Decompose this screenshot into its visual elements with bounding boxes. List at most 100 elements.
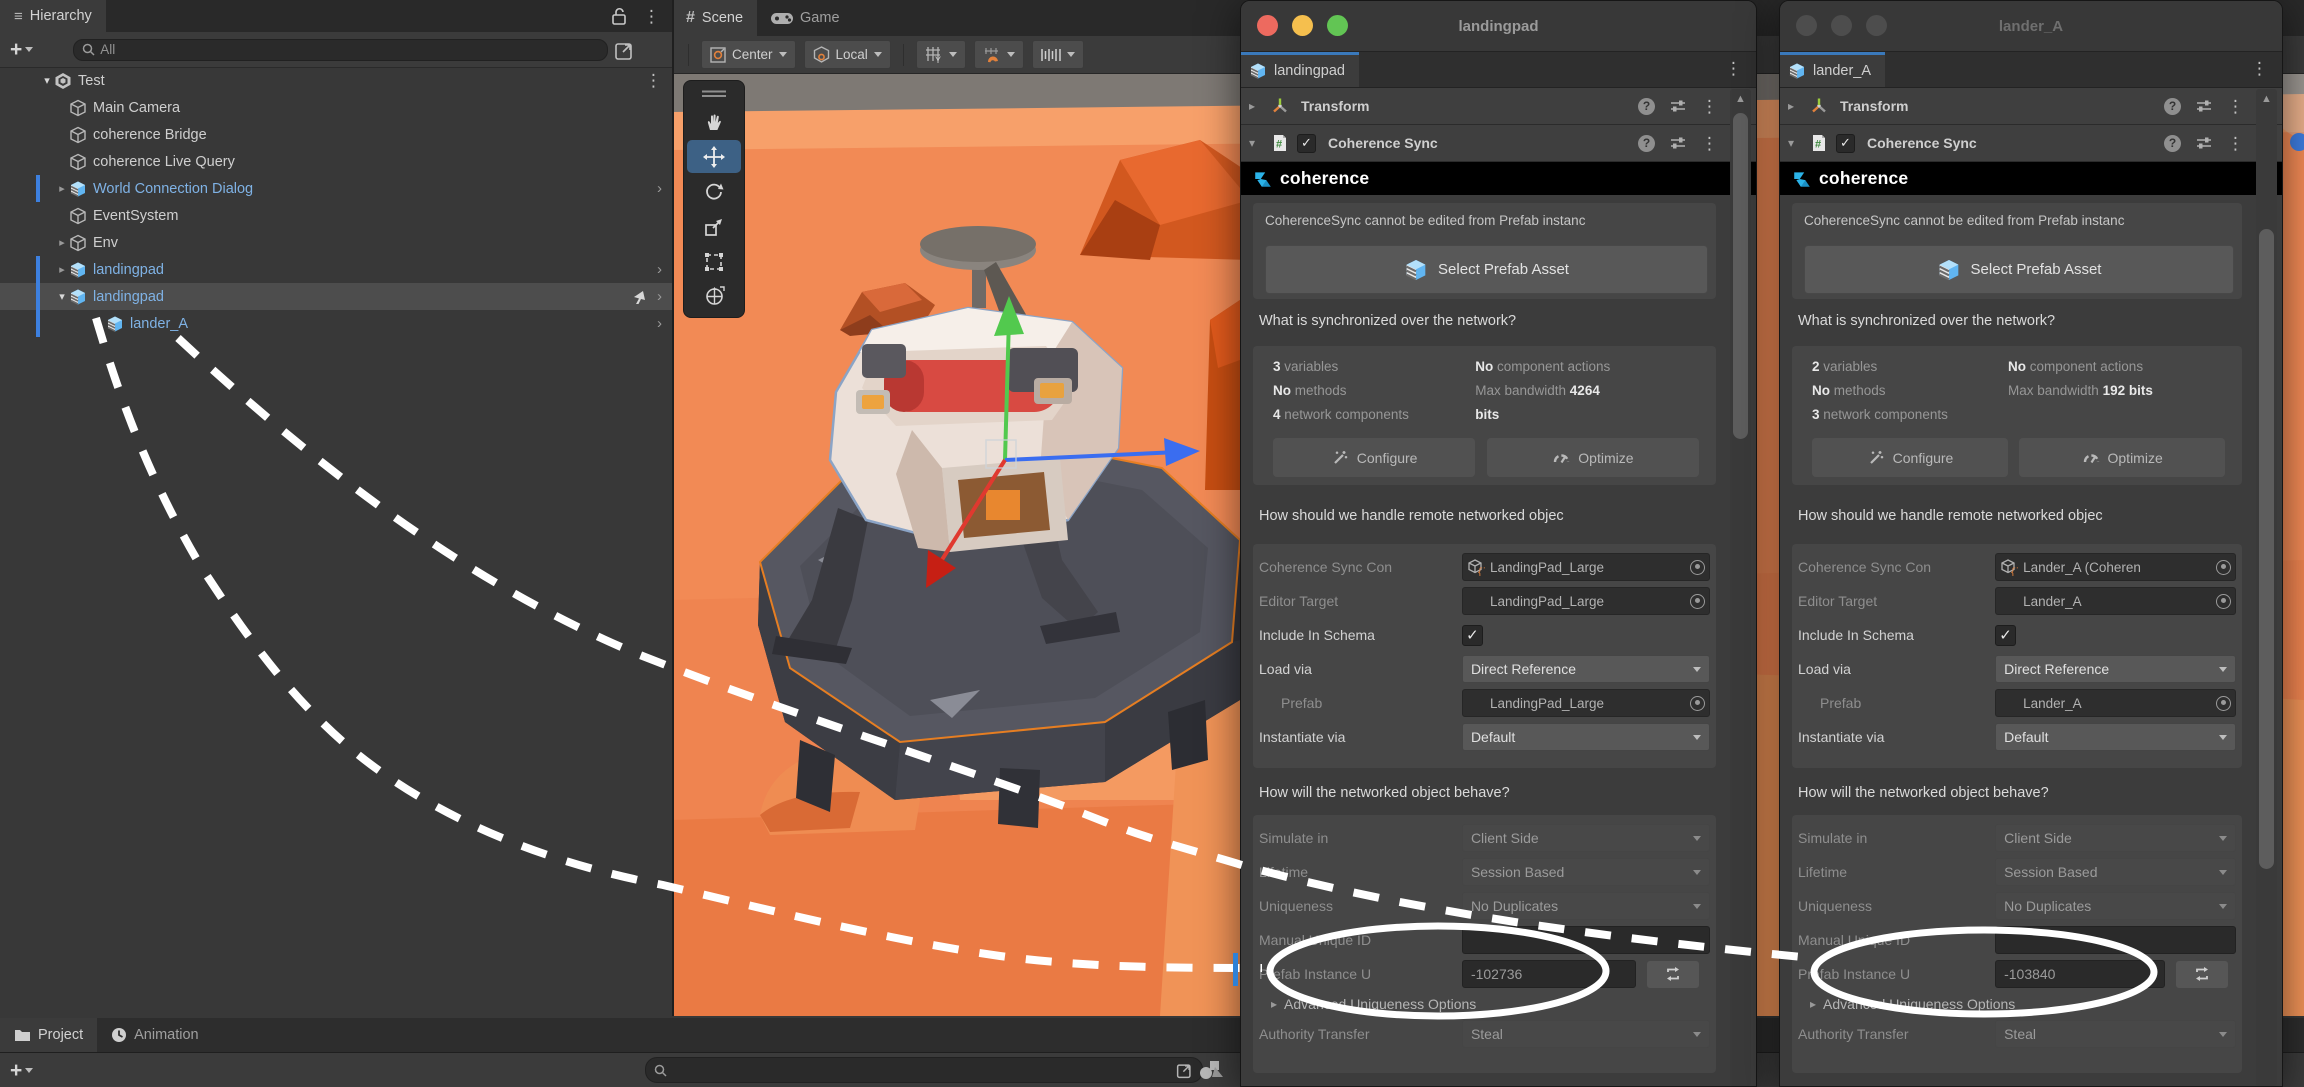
project-search-input[interactable]: [645, 1057, 1203, 1083]
select-prefab-asset-button[interactable]: Select Prefab Asset: [1804, 245, 2234, 294]
open-prefab-arrow-icon[interactable]: ›: [657, 261, 662, 278]
hierarchy-item-test[interactable]: ▾Test⋮: [0, 67, 672, 94]
behavior-dropdown[interactable]: No Duplicates: [1462, 892, 1710, 920]
zoom-button[interactable]: [1327, 15, 1348, 36]
help-icon[interactable]: ?: [2164, 135, 2181, 152]
inspector-menu-icon[interactable]: ⋮: [1725, 60, 1742, 77]
component-menu-icon[interactable]: ⋮: [1701, 135, 1718, 152]
component-header-coherence-sync[interactable]: ▾#✓Coherence Sync?⋮: [1780, 125, 2282, 162]
component-enabled-checkbox[interactable]: ✓: [1297, 134, 1316, 153]
behavior-dropdown[interactable]: No Duplicates: [1995, 892, 2236, 920]
snap-toggle-button[interactable]: [974, 40, 1024, 69]
hierarchy-item-lander-a[interactable]: lander_A›: [0, 310, 672, 337]
optimize-button[interactable]: Optimize: [1487, 438, 1699, 477]
hierarchy-item-landingpad[interactable]: ▸landingpad›: [0, 256, 672, 283]
rotate-tool-button[interactable]: [687, 175, 741, 208]
inspector-tab[interactable]: landingpad: [1241, 52, 1359, 87]
tab-project[interactable]: Project: [0, 1018, 97, 1052]
inspector-tab[interactable]: lander_A: [1780, 52, 1885, 87]
object-field[interactable]: {}LandingPad_Large: [1462, 553, 1710, 581]
scroll-up-arrow-icon[interactable]: ▲: [1730, 93, 1751, 105]
object-field[interactable]: Lander_A: [1995, 587, 2236, 615]
inspector-scrollbar[interactable]: ▲: [1730, 89, 1751, 1086]
configure-button[interactable]: Configure: [1273, 438, 1475, 477]
hierarchy-menu-icon[interactable]: ⋮: [643, 8, 660, 25]
field-dropdown[interactable]: Default: [1462, 723, 1710, 751]
advanced-uniqueness-foldout[interactable]: ▸Advanced Uniqueness Options: [1253, 991, 1716, 1017]
hierarchy-search-input[interactable]: All: [73, 39, 608, 61]
manual-unique-id-input[interactable]: [1995, 926, 2236, 954]
object-field[interactable]: Lander_A: [1995, 689, 2236, 717]
open-new-window-icon[interactable]: [1176, 1061, 1194, 1079]
open-prefab-arrow-icon[interactable]: ›: [657, 288, 662, 305]
minimize-button[interactable]: [1831, 15, 1852, 36]
component-enabled-checkbox[interactable]: ✓: [1836, 134, 1855, 153]
scroll-up-arrow-icon[interactable]: ▲: [2256, 93, 2277, 105]
object-picker-icon[interactable]: [1690, 594, 1705, 609]
field-checkbox[interactable]: ✓: [1462, 625, 1483, 646]
object-picker-icon[interactable]: [1690, 696, 1705, 711]
inspector-menu-icon[interactable]: ⋮: [2251, 60, 2268, 77]
field-dropdown[interactable]: Direct Reference: [1462, 655, 1710, 683]
hierarchy-item-eventsystem[interactable]: EventSystem: [0, 202, 672, 229]
object-field[interactable]: LandingPad_Large: [1462, 689, 1710, 717]
component-header-transform[interactable]: ▸Transform?⋮: [1241, 88, 1756, 125]
transform-tool-button[interactable]: [687, 280, 741, 313]
help-icon[interactable]: ?: [1638, 98, 1655, 115]
behavior-dropdown[interactable]: Client Side: [1462, 824, 1710, 852]
object-picker-icon[interactable]: [2216, 560, 2231, 575]
project-add-button[interactable]: +: [10, 1060, 33, 1081]
object-picker-icon[interactable]: [2216, 594, 2231, 609]
open-new-window-icon[interactable]: [614, 39, 636, 61]
foldout-arrow-icon[interactable]: ▸: [55, 236, 69, 249]
component-menu-icon[interactable]: ⋮: [2227, 135, 2244, 152]
behavior-dropdown[interactable]: Steal: [1462, 1020, 1710, 1048]
component-header-transform[interactable]: ▸Transform?⋮: [1780, 88, 2282, 125]
grid-snapping-button[interactable]: Y: [916, 40, 966, 69]
pivot-mode-dropdown[interactable]: Center: [701, 40, 796, 69]
hierarchy-item-main-camera[interactable]: Main Camera: [0, 94, 672, 121]
behavior-dropdown[interactable]: Session Based: [1995, 858, 2236, 886]
object-field[interactable]: LandingPad_Large: [1462, 587, 1710, 615]
scale-tool-button[interactable]: [687, 210, 741, 243]
close-button[interactable]: [1257, 15, 1278, 36]
close-button[interactable]: [1796, 15, 1817, 36]
asset-visibility-icon[interactable]: [1198, 1059, 1224, 1081]
manual-unique-id-input[interactable]: [1462, 926, 1710, 954]
tab-scene[interactable]: # Scene: [672, 0, 757, 36]
window-titlebar[interactable]: landingpad: [1241, 1, 1756, 52]
select-prefab-asset-button[interactable]: Select Prefab Asset: [1265, 245, 1708, 294]
foldout-arrow-icon[interactable]: ▸: [55, 182, 69, 195]
component-menu-icon[interactable]: ⋮: [2227, 98, 2244, 115]
inspector-scrollbar[interactable]: ▲: [2256, 89, 2277, 1086]
foldout-arrow-icon[interactable]: ▸: [55, 263, 69, 276]
foldout-arrow-icon[interactable]: ▸: [1249, 99, 1263, 113]
scrollbar-thumb[interactable]: [2259, 229, 2274, 869]
zoom-button[interactable]: [1866, 15, 1887, 36]
tab-game[interactable]: Game: [757, 0, 854, 36]
window-titlebar[interactable]: lander_A: [1780, 1, 2282, 52]
behavior-dropdown[interactable]: Steal: [1995, 1020, 2236, 1048]
minimize-button[interactable]: [1292, 15, 1313, 36]
tab-animation[interactable]: Animation: [97, 1018, 212, 1052]
open-prefab-arrow-icon[interactable]: ›: [657, 315, 662, 332]
scrollbar-thumb[interactable]: [1733, 113, 1748, 439]
prefab-instance-id-input[interactable]: -102736: [1462, 960, 1636, 988]
object-picker-icon[interactable]: [2216, 696, 2231, 711]
foldout-arrow-icon[interactable]: ▾: [40, 74, 54, 87]
foldout-arrow-icon[interactable]: ▸: [1788, 99, 1802, 113]
hierarchy-item-world-connection-dialog[interactable]: ▸World Connection Dialog›: [0, 175, 672, 202]
rect-tool-button[interactable]: [687, 245, 741, 278]
behavior-dropdown[interactable]: Session Based: [1462, 858, 1710, 886]
hand-tool-button[interactable]: [687, 105, 741, 138]
move-tool-button[interactable]: [687, 140, 741, 173]
configure-button[interactable]: Configure: [1812, 438, 2008, 477]
foldout-arrow-icon[interactable]: ▾: [55, 290, 69, 303]
behavior-dropdown[interactable]: Client Side: [1995, 824, 2236, 852]
field-checkbox[interactable]: ✓: [1995, 625, 2016, 646]
component-menu-icon[interactable]: ⋮: [1701, 98, 1718, 115]
hierarchy-item-coherence-bridge[interactable]: coherence Bridge: [0, 121, 672, 148]
field-dropdown[interactable]: Default: [1995, 723, 2236, 751]
item-menu-icon[interactable]: ⋮: [645, 72, 662, 89]
hierarchy-item-coherence-live-query[interactable]: coherence Live Query: [0, 148, 672, 175]
